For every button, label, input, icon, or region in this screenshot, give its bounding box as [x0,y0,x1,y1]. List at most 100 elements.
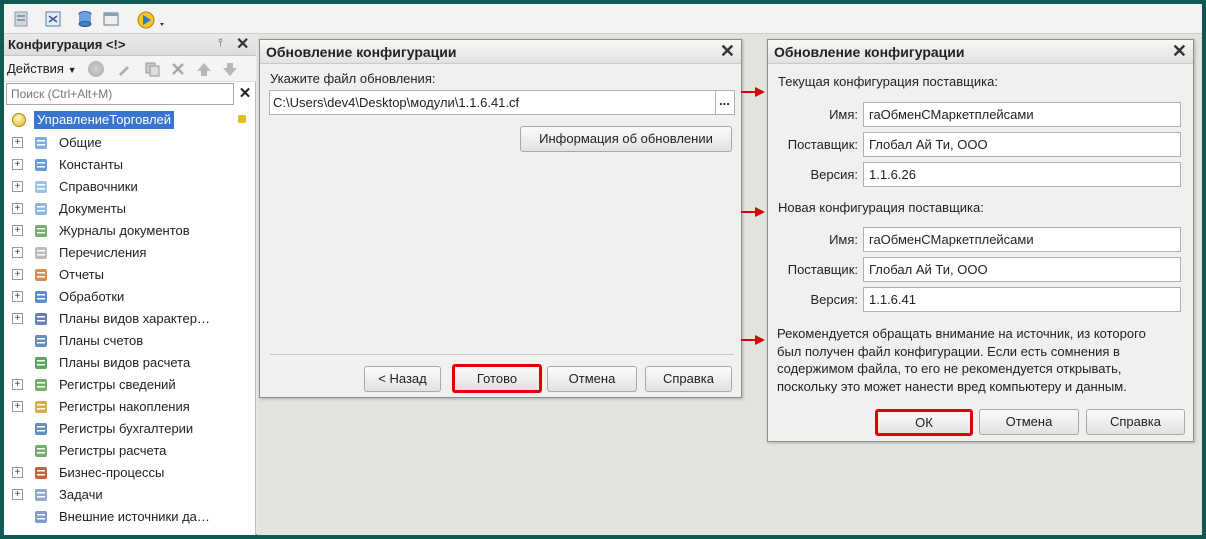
database-icon[interactable] [76,10,94,28]
catalogs-icon [33,179,49,195]
expand-icon[interactable]: + [12,401,23,412]
expand-icon[interactable]: + [12,181,23,192]
tree-item[interactable]: + Документы [4,198,256,220]
copy-icon[interactable] [144,61,160,77]
delete-icon[interactable] [170,61,186,77]
tree-item[interactable]: + Перечисления [4,242,256,264]
tree-item[interactable]: + Журналы документов [4,220,256,242]
warning-line: поскольку это может нанести вред компьют… [777,378,1127,394]
tree-item[interactable]: Регистры расчета [4,440,256,462]
ok-button[interactable]: ОК [875,409,973,436]
expand-icon[interactable]: + [12,159,23,170]
add-icon[interactable] [88,61,104,77]
enums-icon [33,245,49,261]
expand-icon[interactable]: + [12,291,23,302]
tree-item-label: Документы [59,201,127,216]
tree-item[interactable]: + Константы [4,154,256,176]
account-registers-icon [33,421,49,437]
tree-item-label: Отчеты [59,267,104,282]
expand-icon[interactable]: + [12,137,23,148]
cancel-button[interactable]: Отмена [547,366,637,392]
browse-button[interactable]: ... [715,90,735,115]
move-up-icon[interactable] [196,61,212,77]
version-label: Версия: [810,167,858,182]
tree-item[interactable]: + Задачи [4,484,256,506]
new-vendor-field[interactable]: Глобал Ай Ти, ООО [863,257,1181,282]
current-name-field[interactable]: гаОбменСМаркетплейсами [863,102,1181,127]
current-vendor-field[interactable]: Глобал Ай Ти, ООО [863,132,1181,157]
tree-item-label: Планы счетов [59,333,144,348]
tree-item[interactable]: + Отчеты [4,264,256,286]
new-name-field[interactable]: гаОбменСМаркетплейсами [863,227,1181,252]
config-icon[interactable] [12,10,30,28]
tree-item[interactable]: + Общие [4,132,256,154]
calc-registers-icon [33,443,49,459]
pin-icon[interactable]: ⫯ [218,37,223,50]
dialog-titlebar: Обновление конфигурации ✕ [768,40,1193,64]
update-info-button[interactable]: Информация об обновлении [520,126,732,152]
tree-item[interactable]: + Бизнес-процессы [4,462,256,484]
close-icon[interactable]: ✕ [1172,41,1187,62]
expand-icon[interactable]: + [12,379,23,390]
tree-item[interactable]: Планы видов расчета [4,352,256,374]
tree-item[interactable]: Планы счетов [4,330,256,352]
file-path-input[interactable]: C:\Users\dev4\Desktop\модули\1.1.6.41.cf [269,90,716,115]
modified-marker-icon [238,115,246,123]
expand-icon[interactable]: + [12,467,23,478]
actions-menu-button[interactable]: Действия ▼ [7,61,77,76]
tree-item[interactable]: + Справочники [4,176,256,198]
expand-icon[interactable]: + [12,489,23,500]
compare-icon[interactable] [44,10,62,28]
close-icon[interactable]: ✕ [236,34,249,54]
dialog-titlebar: Обновление конфигурации ✕ [260,40,741,64]
tree-item[interactable]: Внешние источники да… [4,506,256,528]
tree-root[interactable]: УправлениеТорговлей [10,110,250,130]
expand-icon[interactable]: + [12,247,23,258]
new-version-field[interactable]: 1.1.6.41 [863,287,1181,312]
tree-item[interactable]: Регистры бухгалтерии [4,418,256,440]
tree-item[interactable]: + Обработки [4,286,256,308]
reports-icon [33,267,49,283]
arrow-icon [741,207,765,217]
expand-icon[interactable]: + [12,203,23,214]
run-debug-icon[interactable] [136,10,168,29]
update-confirm-dialog: Обновление конфигурации ✕ Текущая конфиг… [767,39,1194,442]
edit-icon[interactable] [116,61,132,77]
warning-line: Рекомендуется обращать внимание на источ… [777,326,1146,341]
cancel-button[interactable]: Отмена [979,409,1079,435]
current-config-heading: Текущая конфигурация поставщика: [778,74,998,89]
processing-icon [33,289,49,305]
window-icon[interactable] [102,10,120,28]
search-input[interactable] [6,83,234,105]
vendor-label: Поставщик: [787,262,858,277]
tree-item-label: Справочники [59,179,138,194]
calc-plans-icon [33,355,49,371]
dropdown-arrow-icon: ▼ [67,65,77,75]
tree-item[interactable]: + Планы видов характер… [4,308,256,330]
help-button[interactable]: Справка [1086,409,1185,435]
tree-item-label: Планы видов характер… [59,311,210,326]
documents-icon [33,201,49,217]
name-label: Имя: [829,232,858,247]
done-button[interactable]: Готово [452,364,542,393]
expand-icon[interactable]: + [12,269,23,280]
move-down-icon[interactable] [222,61,238,77]
clear-search-icon[interactable]: ✕ [236,83,254,105]
tree-item-label: Планы видов расчета [59,355,191,370]
accum-registers-icon [33,399,49,415]
tree-item[interactable]: + Регистры накопления [4,396,256,418]
tree-item-label: Регистры бухгалтерии [59,421,194,436]
tree-item-label: Бизнес-процессы [59,465,165,480]
help-button[interactable]: Справка [645,366,732,392]
new-config-heading: Новая конфигурация поставщика: [778,200,984,215]
expand-icon[interactable]: + [12,313,23,324]
configuration-root-icon [12,113,26,127]
close-icon[interactable]: ✕ [720,41,735,62]
tree-item[interactable]: + Регистры сведений [4,374,256,396]
back-button[interactable]: < Назад [364,366,441,392]
security-warning: Рекомендуется обращать внимание на источ… [777,325,1189,395]
external-sources-icon [33,509,49,525]
expand-icon[interactable]: + [12,225,23,236]
current-version-field[interactable]: 1.1.6.26 [863,162,1181,187]
main-toolbar [4,4,1202,34]
